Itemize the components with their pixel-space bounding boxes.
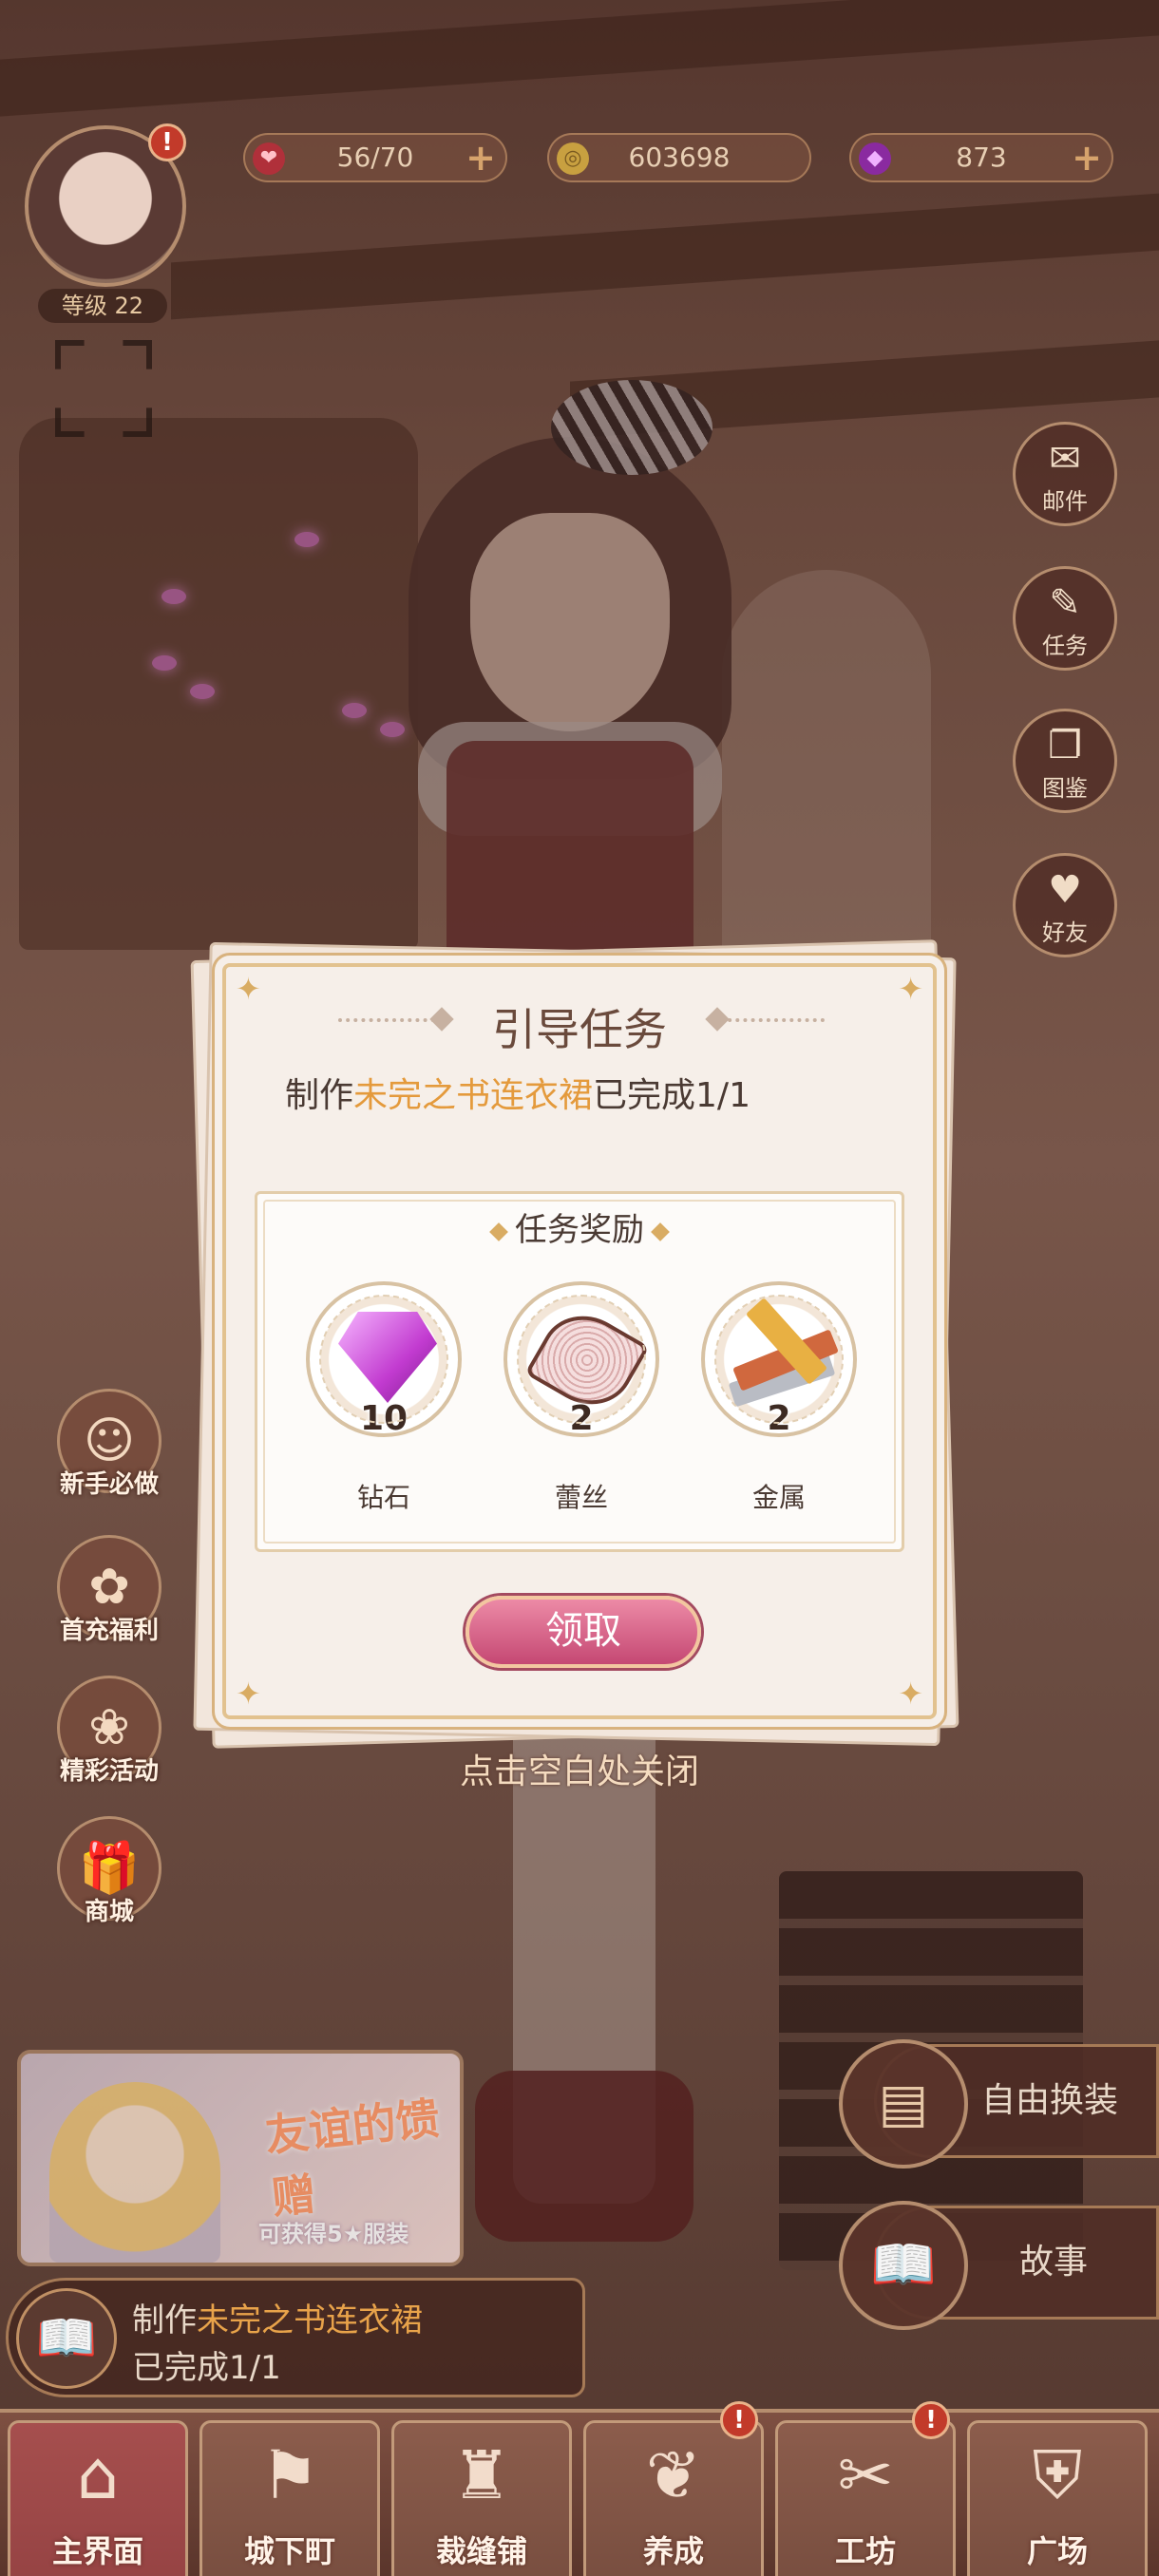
nav-home-label: 主界面 [51, 2533, 143, 2569]
reward-item-diamond[interactable]: 10 钻石 [303, 1281, 465, 1515]
nav-tailor[interactable]: ♜ 裁缝铺 [391, 2420, 572, 2576]
stamina-value: 56/70 [336, 142, 414, 173]
nav-growth[interactable]: ❦ 养成 [583, 2420, 764, 2576]
mail-button[interactable]: ✉ 邮件 [1013, 422, 1117, 526]
task-icon: ✎ [1049, 581, 1081, 625]
collection-label: 图鉴 [1042, 775, 1088, 802]
nav-town[interactable]: ⚑ 城下町 [200, 2420, 380, 2576]
banner-character [49, 2082, 220, 2263]
sparkle-icon: ✦ [236, 1676, 261, 1712]
reward-item-lace[interactable]: 2 蕾丝 [501, 1281, 662, 1515]
free-dressup-button[interactable]: ▤ 自由换装 [839, 2039, 1159, 2169]
shop-label: 商城 [84, 1898, 134, 1926]
bottom-navigation: ⌂ 主界面 ⚑ 城下町 ♜ 裁缝铺 ❦ 养成 ✂ 工坊 ⛨ 广场 [0, 2409, 1159, 2576]
reward-panel: 任务奖励 10 钻石 2 蕾丝 2 金属 [255, 1191, 904, 1552]
metal-icon [728, 1297, 839, 1408]
nav-home[interactable]: ⌂ 主界面 [8, 2420, 188, 2576]
reward-title: 任务奖励 [257, 1203, 902, 1250]
gem-value: 873 [956, 142, 1007, 173]
add-stamina-icon[interactable]: + [466, 135, 496, 180]
plaza-icon: ⛨ [1032, 2436, 1083, 2514]
diamond-ornament-icon [489, 1222, 508, 1241]
newbie-tasks-button[interactable]: ☺ 新手必做 [48, 1389, 171, 1512]
first-recharge-button[interactable]: ✿ 首充福利 [48, 1535, 171, 1658]
close-hint: 点击空白处关闭 [459, 1752, 699, 1791]
friends-button[interactable]: ♥ 好友 [1013, 853, 1117, 957]
quest-book-icon: 📖 [16, 2288, 117, 2389]
claim-button[interactable]: 领取 [466, 1596, 701, 1668]
guide-task-dialog: ✦ ✦ ✦ ✦ 引导任务 制作未完之书连衣裙已完成1/1 任务奖励 10 钻石 … [222, 963, 937, 1719]
tailor-icon: ♜ [451, 2436, 512, 2514]
reward-count: 2 [569, 1399, 594, 1438]
reward-frame: 10 [306, 1281, 462, 1438]
shop-button[interactable]: 🎁 商城 [48, 1816, 171, 1940]
reward-title-text: 任务奖励 [515, 1211, 644, 1249]
coin-icon: ◎ [557, 142, 589, 175]
banner-title: 友谊的馈赠 [262, 2092, 443, 2225]
growth-alert-badge: ! [720, 2401, 758, 2439]
mail-label: 邮件 [1042, 488, 1088, 515]
desc-status: 已完成1/1 [593, 1076, 750, 1115]
heart-icon: ❤ [253, 142, 285, 175]
friends-icon: ♥ [1048, 868, 1082, 912]
current-quest-bar[interactable]: 📖 制作未完之书连衣裙 已完成1/1 [6, 2278, 585, 2397]
quest-description: 制作未完之书连衣裙 [132, 2294, 423, 2340]
workshop-alert-badge: ! [912, 2401, 950, 2439]
add-gem-icon[interactable]: + [1072, 135, 1102, 180]
stamina-counter[interactable]: ❤ 56/70 + [243, 133, 507, 182]
mail-icon: ✉ [1049, 437, 1081, 481]
friends-label: 好友 [1042, 919, 1088, 946]
coin-value: 603698 [628, 142, 731, 173]
home-icon: ⌂ [76, 2436, 120, 2514]
town-icon: ⚑ [259, 2436, 320, 2514]
reward-name: 金属 [751, 1482, 806, 1513]
first-recharge-label: 首充福利 [59, 1617, 159, 1645]
gem-counter[interactable]: ◆ 873 + [849, 133, 1113, 182]
photo-frame-icon[interactable] [55, 340, 152, 437]
reward-frame: 2 [701, 1281, 857, 1438]
reward-frame: 2 [504, 1281, 659, 1438]
friendship-gift-banner[interactable]: 友谊的馈赠 可获得5★服装 [17, 2050, 464, 2266]
quest-prefix: 制作 [132, 2301, 197, 2339]
story-label: 故事 [1019, 2243, 1089, 2282]
reward-count: 2 [767, 1399, 791, 1438]
nav-plaza-label: 广场 [1026, 2533, 1088, 2569]
reward-count: 10 [359, 1399, 408, 1438]
gem-icon: ◆ [859, 142, 891, 175]
reward-name: 蕾丝 [554, 1482, 608, 1513]
dialog-description: 制作未完之书连衣裙已完成1/1 [285, 1068, 750, 1117]
banner-subtitle: 可获得5★服装 [258, 2221, 409, 2247]
collection-button[interactable]: ❐ 图鉴 [1013, 709, 1117, 813]
avatar-alert-badge: ! [148, 123, 186, 161]
newbie-label: 新手必做 [59, 1470, 159, 1499]
sparkle-icon: ✦ [898, 1676, 923, 1712]
free-dressup-label: 自由换装 [981, 2081, 1119, 2120]
quest-status: 已完成1/1 [132, 2349, 281, 2387]
diamond-icon [338, 1312, 437, 1403]
quest-item: 未完之书连衣裙 [197, 2301, 423, 2339]
desc-prefix: 制作 [285, 1076, 354, 1115]
story-button[interactable]: 📖 故事 [839, 2201, 1159, 2330]
nav-town-label: 城下町 [243, 2533, 335, 2569]
nav-growth-label: 养成 [642, 2533, 704, 2569]
task-button[interactable]: ✎ 任务 [1013, 566, 1117, 671]
player-level: 等级 22 [38, 289, 167, 323]
collection-icon: ❐ [1048, 724, 1082, 767]
wardrobe-icon: ▤ [839, 2039, 968, 2169]
desc-item: 未完之书连衣裙 [353, 1076, 594, 1115]
reward-name: 钻石 [356, 1482, 410, 1513]
task-label: 任务 [1042, 633, 1088, 659]
nav-workshop[interactable]: ✂ 工坊 [775, 2420, 956, 2576]
coin-counter[interactable]: ◎ 603698 [547, 133, 811, 182]
story-icon: 📖 [839, 2201, 968, 2330]
nav-workshop-label: 工坊 [834, 2533, 896, 2569]
diamond-ornament-icon [651, 1222, 670, 1241]
reward-item-metal[interactable]: 2 金属 [698, 1281, 860, 1515]
nav-tailor-label: 裁缝铺 [435, 2533, 527, 2569]
dialog-title: 引导任务 [492, 1004, 667, 1055]
nav-plaza[interactable]: ⛨ 广场 [967, 2420, 1148, 2576]
